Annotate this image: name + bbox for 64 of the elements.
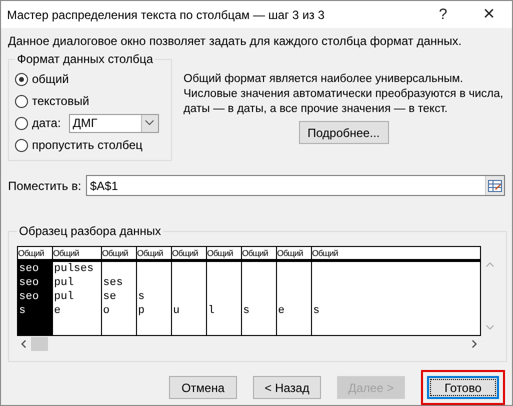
preview-cell-text: s xyxy=(18,304,27,318)
radio-button[interactable] xyxy=(15,116,28,130)
preview-cell-text: ses xyxy=(102,276,124,290)
close-button[interactable]: × xyxy=(466,1,512,28)
preview-cell-text: seo xyxy=(18,290,40,304)
radio-label[interactable]: общий xyxy=(32,72,69,86)
description-text: Данное диалоговое окно позволяет задать для каждого столбца формат данных. xyxy=(8,34,463,48)
preview-column[interactable]: s xyxy=(242,262,277,335)
dialog-button[interactable]: Отмена xyxy=(169,376,237,399)
column-header[interactable]: Общий xyxy=(18,247,53,259)
dialog-button[interactable]: < Назад xyxy=(253,376,321,399)
radio-button[interactable] xyxy=(15,72,28,86)
column-header[interactable]: Общий xyxy=(242,247,277,259)
preview-cell-text: e xyxy=(277,304,286,318)
radio-button[interactable] xyxy=(15,94,28,108)
column-header[interactable]: Общий xyxy=(207,247,242,259)
preview-cell-text: s xyxy=(312,304,321,318)
preview-cell-text: p xyxy=(137,304,146,318)
date-format-dropdown[interactable]: ДМГ xyxy=(68,114,159,132)
range-select-button[interactable] xyxy=(485,176,504,195)
window-title: Мастер распределения текста по столбцам — шаг 3 из 3 xyxy=(7,8,326,22)
preview-column[interactable]: seo seo seo s xyxy=(18,262,53,335)
column-header[interactable]: Общий xyxy=(277,247,312,259)
preview-cell-text: seo xyxy=(18,262,40,276)
column-header[interactable]: Общий xyxy=(102,247,137,259)
preview-column[interactable]: ses se o xyxy=(102,262,137,335)
column-header[interactable]: Общий xyxy=(312,247,480,259)
column-header[interactable]: Общий xyxy=(172,247,207,259)
preview-cell-text: u xyxy=(172,304,181,318)
preview-cell-text: pul xyxy=(53,276,75,290)
group-title: Формат данных столбца xyxy=(16,52,154,66)
preview-column[interactable]: pulses pul pul e xyxy=(53,262,102,335)
preview-cell-text: pul xyxy=(53,290,75,304)
preview-cell-text: seo xyxy=(18,276,40,290)
range-select-icon xyxy=(488,180,502,192)
preview-column[interactable]: e xyxy=(277,262,312,335)
preview-cell-text: e xyxy=(53,304,62,318)
preview-column[interactable]: s p xyxy=(137,262,172,335)
column-header[interactable]: Общий xyxy=(137,247,172,259)
radio-label[interactable]: дата: xyxy=(32,116,61,130)
finish-button[interactable]: Готово xyxy=(427,376,499,399)
preview-cell-text: s xyxy=(242,304,251,318)
column-header[interactable]: Общий xyxy=(53,247,102,259)
preview-column[interactable]: s xyxy=(312,262,480,335)
preview-cell-text: pulses xyxy=(53,262,95,276)
details-button[interactable]: Подробнее... xyxy=(298,121,388,144)
preview-cell-text: o xyxy=(102,304,111,318)
preview-cell-text: s xyxy=(137,290,146,304)
chevron-down-icon xyxy=(145,120,154,126)
preview-column[interactable]: u xyxy=(172,262,207,335)
preview-cell-text: se xyxy=(102,290,118,304)
preview-column[interactable]: l xyxy=(207,262,242,335)
info-text: Общий формат является наиболее универсальным. Числовые значения автоматически преобразуются в числа, даты — в даты, а все прочие значения — в текст. xyxy=(184,72,504,117)
scroll-right-icon[interactable] xyxy=(472,340,477,348)
radio-label[interactable]: текстовый xyxy=(32,94,90,108)
destination-label: Поместить в: xyxy=(8,178,82,192)
help-button[interactable]: ? xyxy=(420,1,466,28)
radio-button[interactable] xyxy=(15,138,28,152)
scrollbar-thumb[interactable] xyxy=(31,337,48,351)
destination-field[interactable]: $A$1 xyxy=(86,175,505,196)
group-title: Образец разбора данных xyxy=(18,224,162,238)
radio-label[interactable]: пропустить столбец xyxy=(32,138,143,152)
preview-cell-text: l xyxy=(207,304,216,318)
scroll-left-icon[interactable] xyxy=(21,340,26,348)
